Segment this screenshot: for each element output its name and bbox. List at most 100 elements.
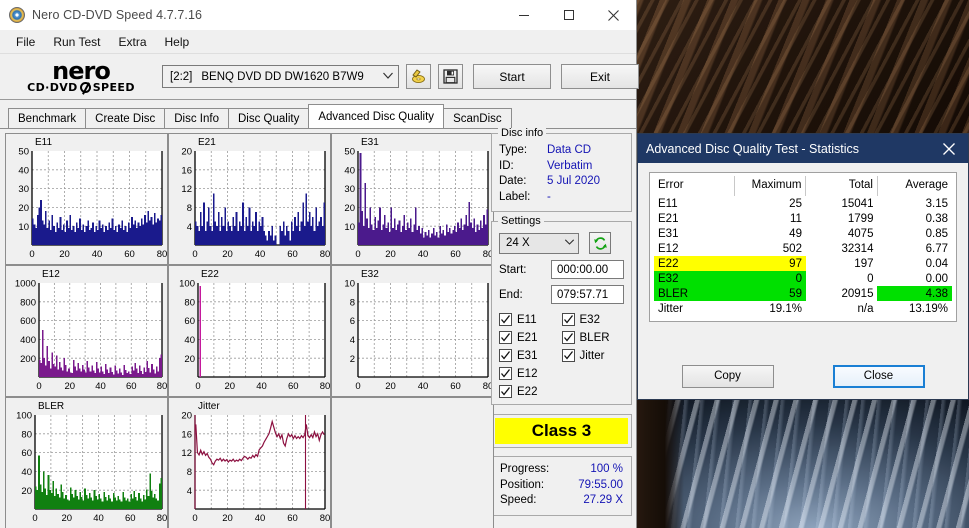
- checkmark-icon: [499, 331, 512, 344]
- class-badge: Class 3: [495, 418, 628, 444]
- speed-select[interactable]: 24 X: [499, 232, 579, 254]
- chart-title: E31: [361, 137, 379, 148]
- cell-total: 32314: [841, 242, 874, 255]
- chart-e12: 200 400 600 800 1000 0 20 40 60 80 E12: [4, 264, 168, 397]
- svg-text:12: 12: [181, 184, 192, 195]
- drive-select[interactable]: [2:2] BENQ DVD DD DW1620 B7W9: [162, 65, 399, 88]
- nero-logo-subtitle: CD·DVD SPEED: [27, 80, 135, 94]
- cell-maximum: 25: [789, 197, 802, 210]
- floppy-save-icon: [443, 69, 458, 84]
- svg-text:20: 20: [181, 410, 192, 421]
- svg-text:20: 20: [18, 203, 29, 214]
- start-field-input[interactable]: 000:00.00: [551, 260, 624, 279]
- chart-bler: 20 40 60 80 100 0 20 40 60 80 BLER: [4, 396, 168, 528]
- menu-item-extra[interactable]: Extra: [109, 33, 155, 51]
- svg-text:16: 16: [181, 429, 192, 440]
- close-button[interactable]: Close: [832, 364, 925, 388]
- svg-text:40: 40: [184, 335, 195, 346]
- menu-item-help[interactable]: Help: [156, 33, 199, 51]
- checkmark-icon: [561, 331, 575, 344]
- checkbox-e11[interactable]: E11: [499, 313, 562, 326]
- svg-text:20: 20: [224, 381, 235, 392]
- cell-average: 0.04: [925, 257, 948, 270]
- minimize-icon[interactable]: [501, 0, 546, 30]
- svg-text:40: 40: [93, 513, 104, 524]
- close-icon[interactable]: [930, 134, 968, 163]
- window-controls: [501, 0, 636, 30]
- speed-value: 27.29 X: [583, 494, 623, 506]
- checkbox-grid-spacer: [562, 385, 625, 398]
- drive-name: BENQ DVD DD DW1620 B7W9: [201, 70, 364, 83]
- menu-bar: File Run Test Extra Help: [0, 30, 636, 54]
- cell-error: E32: [654, 271, 735, 286]
- chart-e31: 10 20 30 40 50 0 20 40 60 80 E31: [330, 132, 494, 265]
- table-row: E11 25 15041 3.15: [654, 196, 952, 211]
- tab-advanced-disc-quality[interactable]: Advanced Disc Quality: [308, 104, 445, 128]
- chart-e21-canvas: 4 8 12 16 20 0 20 40 60 80 E21: [181, 137, 330, 260]
- close-icon[interactable]: [591, 0, 636, 30]
- cell-maximum: 49: [789, 227, 802, 240]
- svg-text:20: 20: [385, 249, 396, 260]
- eject-disc-icon-button[interactable]: [406, 64, 431, 89]
- table-row: E31 49 4075 0.85: [654, 226, 952, 241]
- svg-text:100: 100: [16, 410, 32, 421]
- tab-disc-info[interactable]: Disc Info: [164, 108, 229, 128]
- refresh-icon-button[interactable]: [589, 232, 611, 254]
- checkbox-e22[interactable]: E22: [499, 385, 562, 398]
- svg-text:60: 60: [450, 249, 461, 260]
- checkmark-icon: [499, 367, 512, 380]
- disc-info-row-type: Type: Data CD: [499, 143, 624, 159]
- chart-bler-canvas: 20 40 60 80 100 0 20 40 60 80 BLER: [16, 401, 167, 524]
- chevron-down-icon: [564, 237, 575, 249]
- svg-text:0: 0: [192, 249, 197, 260]
- nero-logo: nero CD·DVD SPEED: [7, 57, 155, 97]
- tab-benchmark[interactable]: Benchmark: [8, 108, 87, 128]
- disc-info-group: Disc info Type: Data CD ID: Verbatim Dat…: [491, 127, 632, 212]
- cell-error: E21: [658, 212, 679, 225]
- checkbox-e31-label: E31: [517, 349, 538, 362]
- tab-scandisc[interactable]: ScanDisc: [443, 108, 512, 128]
- maximize-icon[interactable]: [546, 0, 591, 30]
- nero-logo-sub-left: CD·DVD: [27, 80, 78, 94]
- svg-text:30: 30: [18, 184, 29, 195]
- svg-text:80: 80: [184, 297, 195, 308]
- disc-info-key-label: Label:: [499, 190, 531, 203]
- menu-item-file[interactable]: File: [7, 33, 44, 51]
- class-result-panel: Class 3: [491, 414, 632, 448]
- exit-button[interactable]: Exit: [561, 64, 639, 89]
- checkbox-e32[interactable]: E32: [561, 313, 625, 326]
- svg-text:4: 4: [186, 485, 191, 496]
- cell-error: E31: [658, 227, 679, 240]
- tab-create-disc[interactable]: Create Disc: [85, 108, 166, 128]
- svg-text:60: 60: [450, 381, 461, 392]
- chart-e12-canvas: 200 400 600 800 1000 0 20 40 60 80 E12: [14, 269, 166, 392]
- menu-item-run-test[interactable]: Run Test: [44, 33, 109, 51]
- drive-index: [2:2]: [170, 70, 193, 83]
- chart-e11: 10 20 30 40 50 0 20 40 60 80 E11: [4, 132, 168, 265]
- checkbox-e11-label: E11: [517, 313, 537, 326]
- svg-text:2: 2: [349, 353, 354, 364]
- svg-text:8: 8: [349, 297, 354, 308]
- disc-info-row-id: ID: Verbatim: [499, 159, 624, 175]
- checkbox-bler[interactable]: BLER: [561, 331, 625, 344]
- checkbox-jitter[interactable]: Jitter: [561, 349, 625, 362]
- cell-error: E11: [658, 197, 678, 210]
- checkbox-e21[interactable]: E21: [499, 331, 562, 344]
- chart-title: E11: [35, 137, 52, 148]
- start-button[interactable]: Start: [473, 64, 551, 89]
- checkbox-e31[interactable]: E31: [499, 349, 562, 362]
- end-field-input[interactable]: 079:57.71: [551, 285, 624, 304]
- svg-text:4: 4: [349, 335, 354, 346]
- floppy-save-icon-button[interactable]: [438, 64, 463, 89]
- svg-text:40: 40: [21, 467, 32, 478]
- copy-button[interactable]: Copy: [681, 364, 774, 388]
- disc-info-key-id: ID:: [499, 159, 514, 172]
- checkbox-e12[interactable]: E12: [499, 367, 562, 380]
- chart-e22: 20 40 60 80 100 0 20 40 60 80 E22: [167, 264, 331, 397]
- position-row: Position: 79:55.00: [500, 478, 623, 494]
- tab-disc-quality[interactable]: Disc Quality: [228, 108, 310, 128]
- cell-average: 0.38: [925, 212, 948, 225]
- statistics-dialog-title: Advanced Disc Quality Test - Statistics: [646, 141, 860, 156]
- chart-jitter-canvas: 4 8 12 16 20 0 20 40 60 80 Jitter: [181, 401, 330, 524]
- statistics-dialog: Advanced Disc Quality Test - Statistics …: [637, 133, 969, 400]
